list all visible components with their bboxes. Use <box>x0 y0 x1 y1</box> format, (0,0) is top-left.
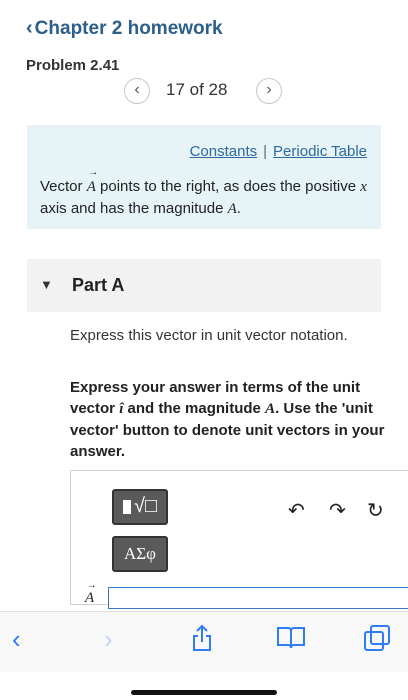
vector-a-symbol: A <box>87 177 96 198</box>
reset-icon[interactable]: ↻ <box>367 498 384 523</box>
tabs-icon[interactable] <box>363 624 391 659</box>
periodic-table-link[interactable]: Periodic Table <box>273 143 367 160</box>
redo-icon[interactable]: ↷ <box>329 498 346 523</box>
browser-toolbar: ‹ › <box>0 611 408 672</box>
book-icon[interactable] <box>276 624 306 657</box>
problem-intro-box: Constants | Periodic Table Vector A points… <box>27 125 381 229</box>
next-problem-button[interactable]: › <box>256 78 282 104</box>
back-to-chapter-link[interactable]: ‹ Chapter 2 homework <box>26 17 223 40</box>
home-indicator <box>131 690 277 695</box>
answer-vector-label: A <box>85 590 94 607</box>
x-axis-symbol: x <box>360 179 367 195</box>
magnitude-symbol: A <box>265 401 276 417</box>
part-label: Part A <box>72 275 125 295</box>
problem-counter: 17 of 28 <box>166 80 228 99</box>
block-icon <box>122 499 131 514</box>
symbols-button[interactable]: ΑΣφ <box>112 536 168 572</box>
undo-icon[interactable]: ↶ <box>288 498 305 523</box>
part-a-header[interactable]: ▼ Part A <box>27 259 381 312</box>
problem-statement: Vector A points to the right, as does th… <box>40 176 370 220</box>
chevron-right-icon[interactable]: › <box>104 624 113 655</box>
templates-button[interactable]: √□ <box>112 489 168 525</box>
chevron-left-icon: ‹ <box>134 81 140 98</box>
previous-problem-button[interactable]: ‹ <box>124 78 150 104</box>
problem-title: Problem 2.41 <box>26 57 120 74</box>
resource-links: Constants | Periodic Table <box>190 143 367 160</box>
link-separator: | <box>263 143 268 160</box>
answer-editor: √□ ΑΣφ ↶ ↷ ↻ A <box>70 470 408 609</box>
answer-input[interactable] <box>108 587 408 609</box>
magnitude-symbol: A <box>227 201 237 217</box>
answer-instructions: Express your answer in terms of the unit… <box>70 379 385 460</box>
chevron-left-icon[interactable]: ‹ <box>12 624 21 655</box>
share-icon[interactable] <box>191 624 213 659</box>
back-link-label: Chapter 2 homework <box>34 18 223 39</box>
constants-link[interactable]: Constants <box>190 143 258 160</box>
chevron-right-icon: › <box>266 81 272 98</box>
chevron-left-icon: ‹ <box>26 17 33 39</box>
part-instruction: Express this vector in unit vector notat… <box>70 327 348 344</box>
caret-down-icon: ▼ <box>40 277 53 292</box>
